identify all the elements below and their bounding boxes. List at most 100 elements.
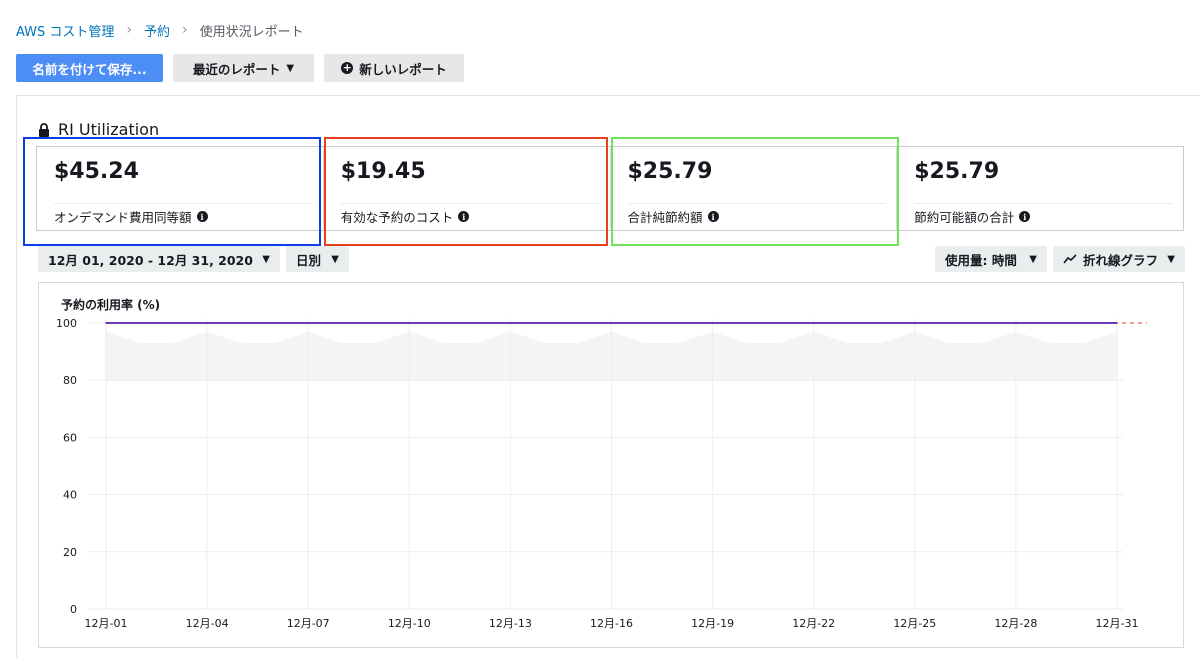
card-value: $45.24 <box>54 159 139 184</box>
data-point <box>307 322 310 324</box>
chart-controls: 12月 01, 2020 - 12月 31, 2020 ▼ 日別 ▼ 使用量: … <box>38 246 1185 272</box>
card-label-wrap: 有効な予約のコスト i <box>341 207 470 226</box>
lock-icon <box>39 122 49 137</box>
utilization-chart: 予約の利用率 (%) 0 20 40 60 80 100 12月-01 12月-04 12月-07… <box>38 282 1184 648</box>
data-point <box>442 322 444 324</box>
card-label-wrap: オンデマンド費用同等額 i <box>54 207 208 226</box>
data-point <box>1015 322 1017 324</box>
data-point <box>240 322 242 324</box>
card-value: $19.45 <box>340 159 426 184</box>
y-tick-label: 80 <box>63 374 77 387</box>
card-label: 節約可能額の合計 <box>914 210 1015 225</box>
card-label-wrap: 節約可能額の合計 i <box>914 207 1031 226</box>
chart-type-value: 折れ線グラフ <box>1083 252 1159 268</box>
data-point <box>273 322 276 324</box>
new-report-label: 新しいレポート <box>359 61 447 77</box>
y-axis-label: 予約の利用率 (%) <box>61 297 160 312</box>
breadcrumb: AWS コスト管理 › 予約 › 使用状況レポート <box>16 20 304 40</box>
chart-type-select[interactable]: 折れ線グラフ ▼ <box>1053 246 1185 272</box>
info-icon[interactable]: i <box>707 211 719 222</box>
caret-down-icon: ▼ <box>262 253 270 265</box>
data-point <box>1048 322 1051 324</box>
panel-title: RI Utilization <box>38 120 159 139</box>
card-value: $25.79 <box>627 159 713 184</box>
date-range-value: 12月 01, 2020 - 12月 31, 2020 <box>48 252 253 268</box>
breadcrumb-reservations[interactable]: 予約 <box>144 21 170 40</box>
y-tick-label: 60 <box>63 431 77 444</box>
card-label: 有効な予約のコスト <box>340 210 454 225</box>
data-point <box>1116 322 1118 324</box>
card-label: オンデマンド費用同等額 <box>54 210 192 225</box>
summary-cards: $45.24 オンデマンド費用同等額 i $19.45 有効な予約のコスト i … <box>36 146 1184 231</box>
card-total-potential-savings: $25.79 節約可能額の合計 i <box>897 147 1183 230</box>
info-icon[interactable]: i <box>196 211 208 222</box>
x-tick-label: 12月-28 <box>994 617 1037 630</box>
x-tick-label: 12月-22 <box>792 617 835 630</box>
data-point <box>577 322 579 324</box>
breadcrumb-current: 使用状況レポート <box>199 24 304 40</box>
data-point <box>880 322 882 324</box>
card-label: 合計純節約額 <box>627 210 703 225</box>
x-tick-label: 12月-01 <box>85 617 128 630</box>
data-point <box>711 322 714 324</box>
data-point <box>947 322 950 324</box>
data-point <box>105 322 107 324</box>
data-point <box>1082 322 1085 324</box>
recent-reports-label: 最近のレポート <box>192 61 281 77</box>
card-effective-reservation-cost: $19.45 有効な予約のコスト i <box>324 147 611 230</box>
chevron-right-icon: › <box>182 22 188 38</box>
data-point <box>779 322 781 324</box>
data-point <box>374 322 377 324</box>
line-chart-icon <box>1063 254 1077 264</box>
card-label-wrap: 合計純節約額 i <box>628 207 719 226</box>
date-range-select[interactable]: 12月 01, 2020 - 12月 31, 2020 ▼ <box>38 246 280 272</box>
new-report-button[interactable]: + 新しいレポート <box>324 54 464 82</box>
data-point <box>644 322 646 324</box>
caret-down-icon: ▼ <box>286 62 295 74</box>
usage-value: 使用量: 時間 <box>945 252 1017 268</box>
divider <box>627 203 887 204</box>
data-point <box>812 322 815 324</box>
data-point <box>846 322 849 324</box>
toolbar: 名前を付けて保存... 最近のレポート ▼ + 新しいレポート <box>16 54 464 82</box>
data-point <box>172 322 175 324</box>
data-point <box>206 322 208 324</box>
card-value: $25.79 <box>914 159 1000 184</box>
data-point <box>341 322 343 324</box>
panel-title-text: RI Utilization <box>58 120 160 139</box>
data-point <box>509 322 512 324</box>
data-point <box>610 322 613 324</box>
chevron-right-icon: › <box>126 22 133 38</box>
data-point <box>914 322 916 324</box>
breadcrumb-cost-management[interactable]: AWS コスト管理 <box>16 21 114 40</box>
data-point <box>678 322 680 324</box>
data-point <box>408 322 411 324</box>
granularity-select[interactable]: 日別 ▼ <box>286 246 349 272</box>
info-icon[interactable]: i <box>1019 211 1031 222</box>
recent-reports-button[interactable]: 最近のレポート ▼ <box>173 54 314 82</box>
x-tick-label: 12月-07 <box>287 617 330 630</box>
granularity-value: 日別 <box>296 252 322 268</box>
data-point <box>745 322 748 324</box>
caret-down-icon: ▼ <box>331 253 339 265</box>
data-point <box>475 322 478 324</box>
data-point <box>543 322 545 324</box>
x-tick-label: 12月-10 <box>388 617 431 630</box>
divider <box>914 203 1173 204</box>
caret-down-icon: ▼ <box>1029 253 1037 265</box>
chart-svg: 予約の利用率 (%) 0 20 40 60 80 100 12月-01 12月-04 12月-07… <box>56 297 1147 630</box>
y-tick-label: 100 <box>56 317 77 330</box>
x-tick-label: 12月-25 <box>893 617 936 630</box>
data-point <box>138 322 141 324</box>
info-icon[interactable]: i <box>458 211 470 222</box>
x-tick-label: 12月-16 <box>590 617 633 630</box>
save-as-button[interactable]: 名前を付けて保存... <box>16 54 163 82</box>
usage-select[interactable]: 使用量: 時間 ▼ <box>935 246 1047 272</box>
x-tick-label: 12月-04 <box>186 617 229 630</box>
caret-down-icon: ▼ <box>1167 253 1175 265</box>
y-tick-label: 0 <box>70 603 77 616</box>
x-tick-label: 12月-31 <box>1096 617 1139 630</box>
y-tick-label: 20 <box>63 546 77 559</box>
x-tick-label: 12月-19 <box>691 617 734 630</box>
divider <box>54 203 313 204</box>
